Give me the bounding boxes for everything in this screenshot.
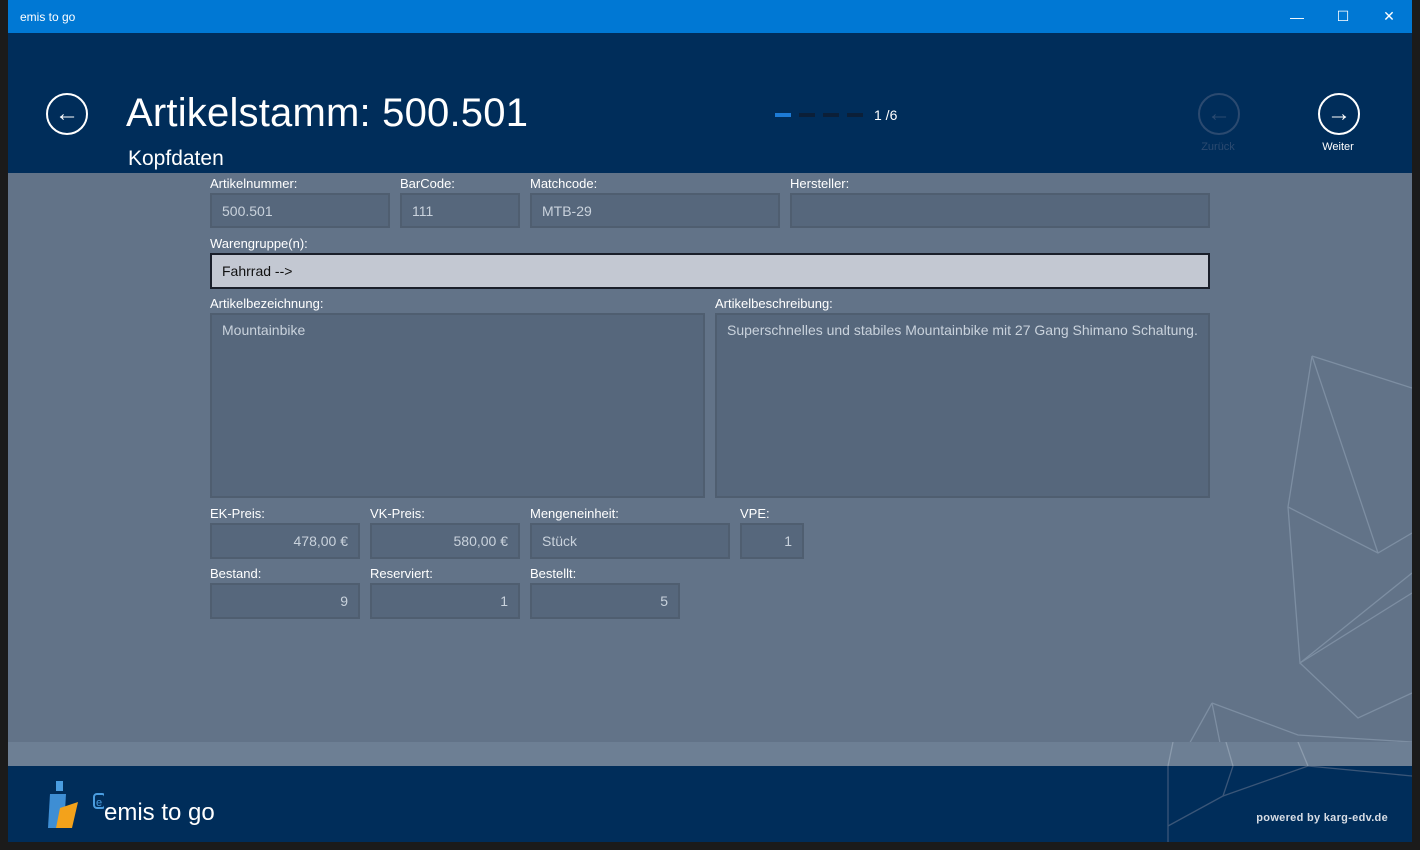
minimize-button[interactable]: —: [1274, 0, 1320, 33]
page-dot-3[interactable]: [823, 113, 839, 117]
svg-text:e: e: [96, 797, 102, 809]
page-dot-2[interactable]: [799, 113, 815, 117]
ek-preis-label: EK-Preis:: [210, 506, 265, 521]
artikelbezeichnung-textarea[interactable]: Mountainbike: [210, 313, 705, 498]
app-brand-name: emis to go: [104, 799, 215, 826]
next-button[interactable]: →: [1318, 93, 1360, 135]
powered-by-link[interactable]: powered by karg-edv.de: [1256, 812, 1388, 824]
matchcode-label: Matchcode:: [530, 176, 598, 191]
next-label: Weiter: [1322, 141, 1354, 153]
vk-preis-field[interactable]: 580,00 €: [370, 523, 520, 559]
vpe-field[interactable]: 1: [740, 523, 804, 559]
reserviert-field[interactable]: 1: [370, 583, 520, 619]
matchcode-field[interactable]: MTB-29: [530, 193, 780, 228]
minimize-icon: —: [1290, 8, 1304, 25]
close-button[interactable]: ✕: [1366, 0, 1412, 33]
window-title: emis to go: [20, 10, 76, 24]
vpe-label: VPE:: [740, 506, 770, 521]
bestand-field[interactable]: 9: [210, 583, 360, 619]
page-dot-1[interactable]: [775, 113, 791, 117]
ek-preis-field[interactable]: 478,00 €: [210, 523, 360, 559]
page-title: Artikelstamm: 500.501: [126, 91, 529, 135]
warengruppe-field[interactable]: Fahrrad -->: [210, 253, 1210, 289]
artikelnummer-label: Artikelnummer:: [210, 176, 298, 191]
bottom-app-bar: [8, 742, 1412, 766]
maximize-button[interactable]: ☐: [1320, 0, 1366, 33]
artikelbeschreibung-label: Artikelbeschreibung:: [715, 296, 833, 311]
artikelnummer-field[interactable]: 500.501: [210, 193, 390, 228]
arrow-left-icon: ←: [1207, 100, 1231, 127]
artikelbezeichnung-label: Artikelbezeichnung:: [210, 296, 324, 311]
reserviert-label: Reserviert:: [370, 566, 433, 581]
close-icon: ✕: [1383, 8, 1395, 24]
page-subtitle: Kopfdaten: [128, 147, 224, 170]
app-window: emis to go — ☐ ✕ ← Artikelstamm: 500.501…: [0, 0, 1420, 850]
vk-preis-label: VK-Preis:: [370, 506, 425, 521]
mengeneinheit-field[interactable]: Stück: [530, 523, 730, 559]
maximize-icon: ☐: [1336, 8, 1350, 24]
bestellt-field[interactable]: 5: [530, 583, 680, 619]
bestand-label: Bestand:: [210, 566, 262, 581]
barcode-label: BarCode:: [400, 176, 455, 191]
arrow-right-icon: →: [1327, 100, 1351, 127]
background-polygon-decoration: [1167, 742, 1309, 766]
background-polygon-decoration: [1167, 766, 1412, 842]
hersteller-field[interactable]: [790, 193, 1210, 228]
barcode-field[interactable]: 111: [400, 193, 520, 228]
hersteller-label: Hersteller:: [790, 176, 850, 191]
warengruppe-label: Warengruppe(n):: [210, 236, 308, 251]
artikelbeschreibung-textarea[interactable]: Superschnelles und stabiles Mountainbike…: [715, 313, 1210, 498]
app-logo-icon: e: [48, 781, 104, 828]
form-area: Artikelnummer: 500.501 BarCode: 111 Matc…: [8, 173, 1412, 742]
prev-button[interactable]: ←: [1198, 93, 1240, 135]
mengeneinheit-label: Mengeneinheit:: [530, 506, 619, 521]
footer-bar: e emis to go powered by karg-edv.de: [8, 766, 1412, 842]
page-indicator: 1 /6: [874, 107, 898, 123]
prev-label: Zurück: [1201, 141, 1235, 153]
page-header: ← Artikelstamm: 500.501 Kopfdaten 1 /6 ←…: [8, 33, 1412, 173]
back-button[interactable]: ←: [46, 93, 88, 135]
title-bar: emis to go — ☐ ✕: [8, 0, 1412, 33]
page-dot-4[interactable]: [847, 113, 863, 117]
bestellt-label: Bestellt:: [530, 566, 577, 581]
arrow-left-icon: ←: [55, 100, 79, 127]
